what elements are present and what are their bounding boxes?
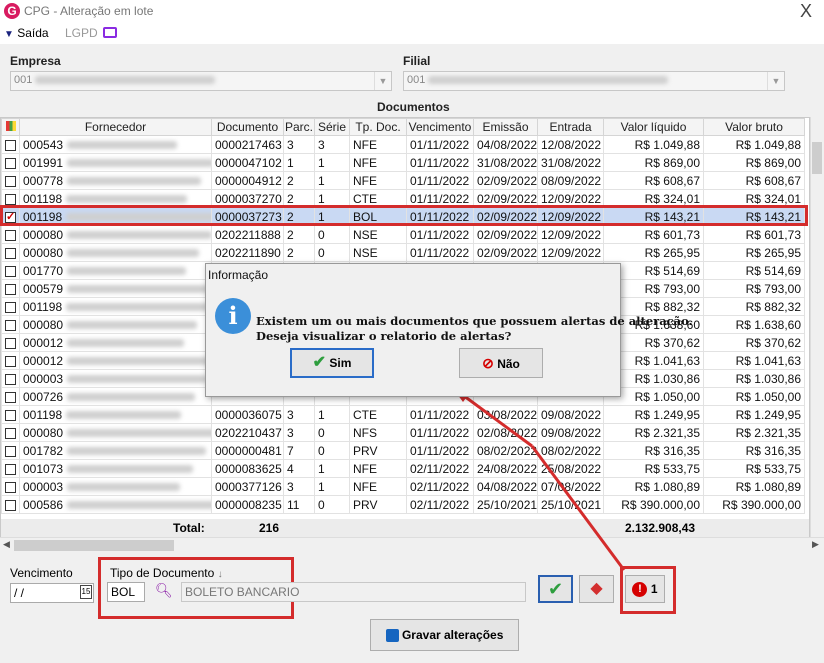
arrow-line-1: [530, 445, 626, 571]
dialog-message: Existem um ou mais documentos que possue…: [256, 314, 693, 344]
no-entry-icon: ⊘: [482, 355, 494, 371]
sim-button[interactable]: ✔ Sim: [290, 348, 374, 378]
dialog-line-2: Deseja visualizar o relatorio de alertas…: [256, 329, 512, 343]
info-icon: i: [215, 298, 251, 334]
check-icon: ✔: [312, 354, 327, 371]
nao-button[interactable]: ⊘ Não: [459, 348, 543, 378]
arrow-line-2: [459, 391, 533, 448]
dialog-line-1: Existem um ou mais documentos que possue…: [256, 314, 693, 328]
dialog-title: Informação: [208, 268, 269, 282]
